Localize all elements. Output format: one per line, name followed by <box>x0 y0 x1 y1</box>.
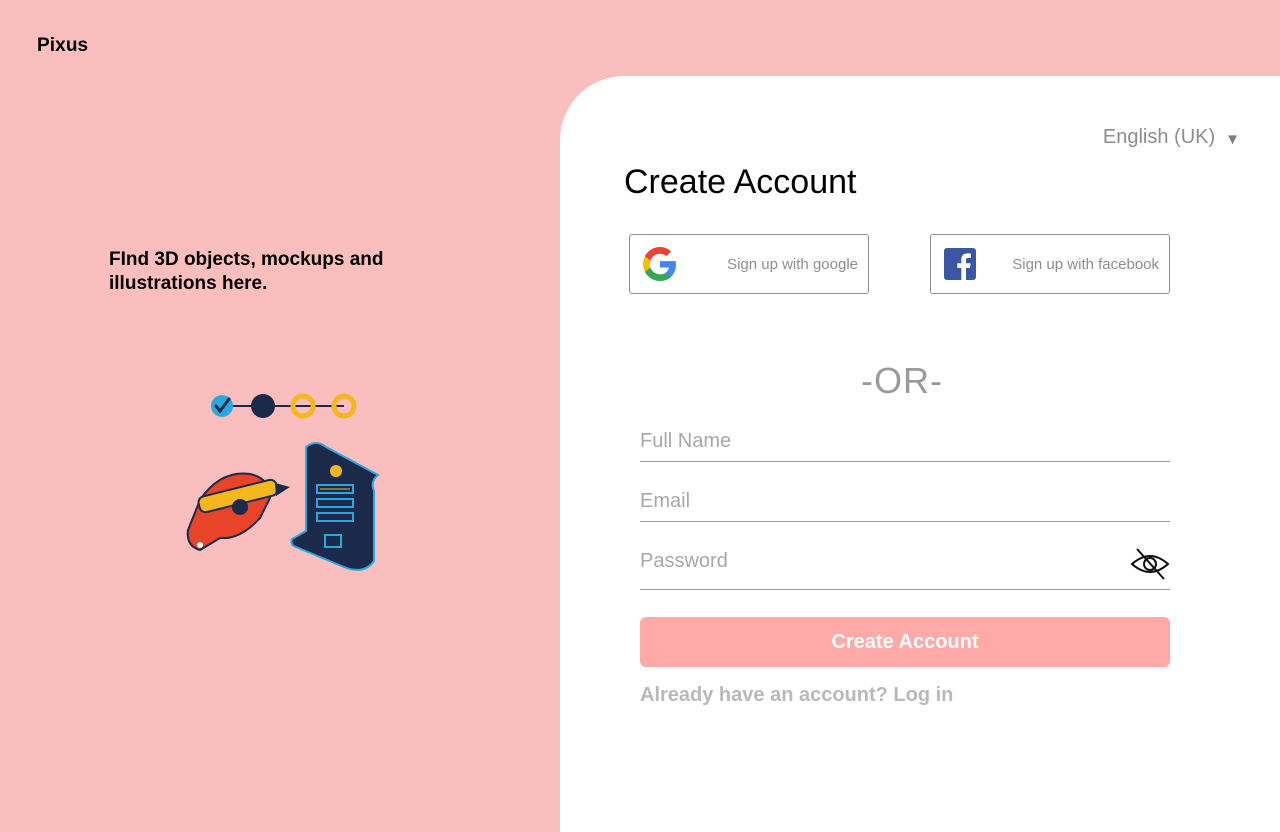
password-input[interactable] <box>640 546 1120 581</box>
email-field-wrapper <box>640 490 1170 522</box>
full-name-field-wrapper <box>640 430 1170 462</box>
email-input[interactable] <box>640 490 1170 521</box>
language-selected: English (UK) <box>1102 126 1216 148</box>
full-name-input[interactable] <box>640 430 1170 461</box>
facebook-signup-button[interactable]: Sign up with facebook <box>930 234 1170 294</box>
chevron-down-icon: ▼ <box>1225 130 1240 148</box>
language-selector[interactable]: English (UK) ▼ <box>1103 126 1240 149</box>
or-divider: -OR- <box>861 360 943 401</box>
hero-tagline: FInd 3D objects, mockups and illustratio… <box>109 249 384 294</box>
document-scroll-illustration <box>290 442 380 571</box>
signup-card: English (UK) ▼ Create Account Sign up wi… <box>560 76 1280 832</box>
progress-steps-illustration <box>211 393 357 419</box>
form-title: Create Account <box>624 163 857 201</box>
hand-pencil-illustration <box>186 472 290 552</box>
google-signup-label: Sign up with google <box>727 255 858 273</box>
google-signup-button[interactable]: Sign up with google <box>629 234 869 294</box>
facebook-icon <box>944 248 976 280</box>
eye-slash-icon[interactable] <box>1130 546 1170 582</box>
google-icon <box>643 247 676 281</box>
login-link[interactable]: Already have an account? Log in <box>640 684 953 707</box>
brand-logo[interactable]: Pixus <box>37 35 88 57</box>
facebook-signup-label: Sign up with facebook <box>1012 255 1159 273</box>
signup-illustration <box>180 385 400 580</box>
password-field-wrapper <box>640 546 1170 590</box>
create-account-button[interactable]: Create Account <box>640 617 1170 667</box>
